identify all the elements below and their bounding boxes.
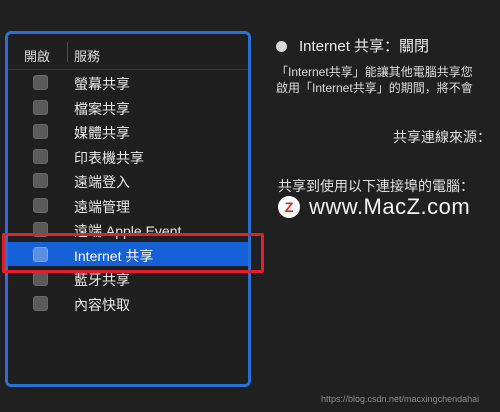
services-list-panel: 開啟 服務 螢幕共享 檔案共享 媒體共享 印表機共享 遠端登入 遠端管理 遠端 … — [5, 31, 251, 387]
service-row-internet-sharing[interactable]: Internet 共享 — [8, 241, 248, 266]
enable-checkbox[interactable] — [33, 271, 48, 286]
share-connection-from-label: 共享連線來源： — [393, 129, 491, 145]
service-label: Internet 共享 — [74, 247, 154, 264]
status-text: Internet 共享：關閉 — [299, 38, 430, 55]
enable-checkbox[interactable] — [33, 148, 48, 164]
macz-logo-icon: Z — [278, 196, 300, 218]
internet-sharing-status: Internet 共享：關閉 — [276, 35, 429, 56]
service-row-bluetooth-sharing[interactable]: 藍牙共享 — [8, 266, 248, 291]
watermark-text: www.MacZ.com — [309, 194, 471, 219]
service-label: 內容快取 — [74, 296, 130, 313]
service-label: 螢幕共享 — [74, 76, 130, 92]
enable-checkbox[interactable] — [33, 295, 48, 311]
service-row-remote-apple-event[interactable]: 遠端 Apple Event — [8, 217, 248, 242]
service-label: 遠端登入 — [74, 174, 130, 190]
service-label: 遠端 Apple Event — [74, 223, 182, 239]
column-divider — [67, 42, 68, 62]
service-row-remote-login[interactable]: 遠端登入 — [8, 168, 248, 193]
service-label: 遠端管理 — [74, 198, 130, 215]
enable-checkbox[interactable] — [33, 197, 48, 213]
service-row-content-caching[interactable]: 內容快取 — [8, 291, 248, 316]
share-to-ports-label: 共享到使用以下連接埠的電腦： — [278, 178, 474, 194]
service-row-media-sharing[interactable]: 媒體共享 — [8, 119, 248, 144]
description-line: 「Internet共享」能讓其他電腦共享您 — [276, 65, 473, 79]
column-header-enable[interactable]: 開啟 — [24, 46, 50, 65]
service-label: 媒體共享 — [74, 125, 130, 141]
service-row-remote-management[interactable]: 遠端管理 — [8, 193, 248, 218]
enable-checkbox[interactable] — [33, 246, 48, 262]
description-line: 啟用「Internet共享」的期間，將不會 — [276, 81, 473, 95]
column-header-service[interactable]: 服務 — [74, 46, 100, 65]
service-row-file-sharing[interactable]: 檔案共享 — [8, 95, 248, 120]
enable-checkbox[interactable] — [33, 124, 48, 139]
service-label: 檔案共享 — [74, 100, 130, 117]
service-label: 藍牙共享 — [74, 272, 130, 288]
service-description: 「Internet共享」能讓其他電腦共享您 啟用「Internet共享」的期間，… — [276, 64, 473, 96]
enable-checkbox[interactable] — [33, 75, 48, 90]
enable-checkbox[interactable] — [33, 173, 48, 188]
service-row-printer-sharing[interactable]: 印表機共享 — [8, 144, 248, 169]
source-url-caption: https://blog.csdn.net/macxingchendahai — [321, 394, 480, 404]
enable-checkbox[interactable] — [33, 222, 48, 237]
services-list-header: 開啟 服務 — [8, 34, 248, 70]
service-label: 印表機共享 — [74, 149, 144, 166]
status-indicator-icon — [276, 41, 287, 52]
enable-checkbox[interactable] — [33, 99, 48, 115]
service-row-screen-sharing[interactable]: 螢幕共享 — [8, 70, 248, 95]
services-rows: 螢幕共享 檔案共享 媒體共享 印表機共享 遠端登入 遠端管理 遠端 Apple … — [8, 70, 248, 315]
sharing-preferences-window: 開啟 服務 螢幕共享 檔案共享 媒體共享 印表機共享 遠端登入 遠端管理 遠端 … — [0, 0, 500, 412]
